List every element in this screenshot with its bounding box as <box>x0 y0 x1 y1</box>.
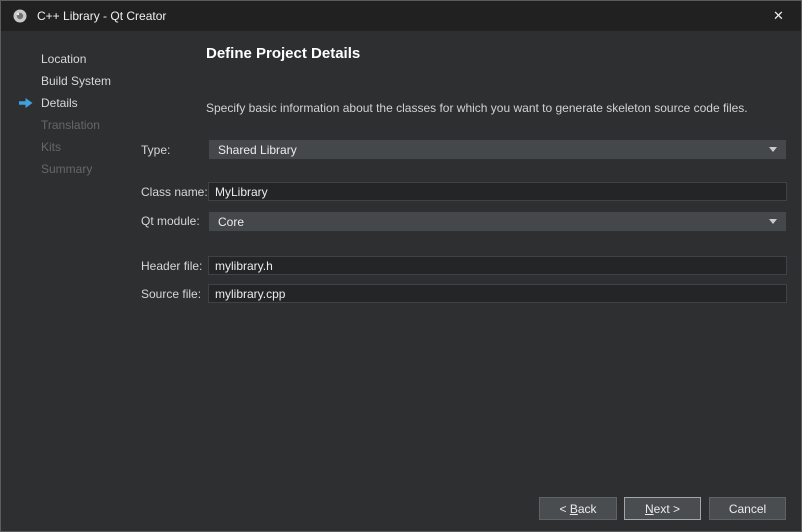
chevron-down-icon <box>769 219 777 224</box>
step-label: Details <box>41 96 78 110</box>
source-file-label: Source file: <box>141 287 201 301</box>
type-combobox-value: Shared Library <box>218 143 297 157</box>
titlebar[interactable]: C++ Library - Qt Creator ✕ <box>1 1 801 31</box>
source-file-input[interactable] <box>208 284 787 303</box>
header-file-label: Header file: <box>141 259 202 273</box>
back-button[interactable]: < Back <box>539 497 617 520</box>
qt-module-combobox[interactable]: Core <box>208 211 787 232</box>
arrow-slot <box>19 74 41 88</box>
back-button-text: ack <box>578 502 597 516</box>
wizard-steps: Location Build System Details Translatio… <box>19 48 194 180</box>
page-title: Define Project Details <box>206 45 360 62</box>
qt-creator-app-icon <box>12 8 28 24</box>
arrow-slot <box>19 52 41 66</box>
back-button-mnemonic: B <box>570 502 578 516</box>
type-label: Type: <box>141 143 170 157</box>
class-name-label: Class name: <box>141 185 208 199</box>
close-icon[interactable]: ✕ <box>756 1 801 31</box>
step-label: Build System <box>41 74 111 88</box>
type-combobox[interactable]: Shared Library <box>208 139 787 160</box>
arrow-slot <box>19 118 41 132</box>
step-details: Details <box>19 92 194 114</box>
back-button-text: < <box>559 502 569 516</box>
next-button-text: ext > <box>654 502 680 516</box>
chevron-down-icon <box>769 147 777 152</box>
arrow-slot <box>19 140 41 154</box>
next-button-mnemonic: N <box>645 502 654 516</box>
step-translation: Translation <box>19 114 194 136</box>
step-label: Translation <box>41 118 100 132</box>
page-description: Specify basic information about the clas… <box>206 101 748 115</box>
current-step-arrow-icon <box>19 96 41 110</box>
step-label: Summary <box>41 162 92 176</box>
step-label: Location <box>41 52 86 66</box>
arrow-slot <box>19 162 41 176</box>
qt-module-label: Qt module: <box>141 214 200 228</box>
step-summary: Summary <box>19 158 194 180</box>
cancel-button[interactable]: Cancel <box>709 497 786 520</box>
cpp-library-wizard-window: C++ Library - Qt Creator ✕ Location Buil… <box>0 0 802 532</box>
step-label: Kits <box>41 140 61 154</box>
class-name-input[interactable] <box>208 182 787 201</box>
next-button[interactable]: Next > <box>624 497 701 520</box>
qt-module-combobox-value: Core <box>218 215 244 229</box>
window-title: C++ Library - Qt Creator <box>37 9 166 23</box>
header-file-input[interactable] <box>208 256 787 275</box>
step-build-system: Build System <box>19 70 194 92</box>
step-location: Location <box>19 48 194 70</box>
